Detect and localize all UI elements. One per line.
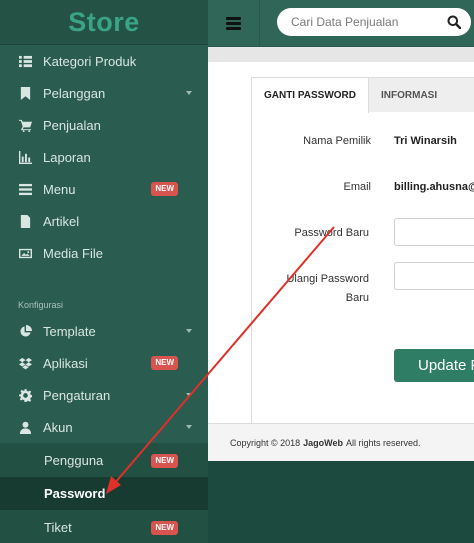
- pie-icon: [18, 324, 32, 338]
- nama-pemilik-label: Nama Pemilik: [303, 135, 371, 147]
- new-badge: NEW: [151, 182, 178, 196]
- account-card: GANTI PASSWORD INFORMASI Nama Pemilik Tr…: [251, 77, 474, 435]
- page-bottom-area: [208, 461, 474, 543]
- sidebar-item-label: Pelanggan: [43, 85, 106, 101]
- content-header-strip: [208, 48, 474, 62]
- menu-icon: [18, 182, 32, 196]
- password-baru-field[interactable]: [394, 218, 474, 246]
- sidebar-item-label: Penjualan: [43, 117, 101, 133]
- sidebar-item-label: Template: [43, 323, 96, 339]
- ulangi-password-field[interactable]: [394, 262, 474, 290]
- sidebar-item-label: Kategori Produk: [43, 53, 137, 69]
- tab-bar: GANTI PASSWORD INFORMASI: [252, 78, 474, 113]
- sidebar-item-label: Menu: [43, 181, 76, 197]
- sidebar: Store Kategori Produk Pelanggan Penjuala…: [0, 0, 208, 543]
- tab-informasi[interactable]: INFORMASI: [369, 78, 474, 112]
- chevron-down-icon: [186, 91, 192, 95]
- search-icon[interactable]: [447, 15, 461, 29]
- topbar: Cari Data Penjualan: [208, 0, 474, 47]
- chevron-down-icon: [186, 329, 192, 333]
- sidebar-subitem-pengguna[interactable]: Pengguna NEW: [0, 443, 208, 477]
- chevron-down-icon: [186, 393, 192, 397]
- hamburger-icon: [226, 16, 241, 30]
- main-menu: Kategori Produk Pelanggan Penjualan Lapo…: [0, 45, 208, 269]
- ulangi-password-label-line2: Baru: [345, 292, 369, 304]
- bookmark-icon: [18, 86, 32, 100]
- new-badge: NEW: [151, 356, 178, 370]
- sidebar-item-label: Artikel: [43, 213, 80, 229]
- section-label-konfigurasi: Konfigurasi: [18, 300, 64, 310]
- footer-brand[interactable]: JagoWeb: [303, 438, 343, 448]
- dropbox-icon: [18, 356, 32, 370]
- sidebar-item-laporan[interactable]: Laporan: [0, 141, 208, 173]
- sidebar-subitem-password[interactable]: Password: [0, 477, 208, 510]
- footer-copyright: Copyright © 2018: [230, 437, 301, 448]
- search-input[interactable]: Cari Data Penjualan: [291, 15, 447, 29]
- email-label: Email: [343, 181, 371, 193]
- sidebar-item-media-file[interactable]: Media File: [0, 237, 208, 269]
- akun-submenu: Pengguna NEW Password Tiket NEW: [0, 443, 208, 543]
- gear-icon: [18, 388, 32, 402]
- sidebar-item-pelanggan[interactable]: Pelanggan: [0, 77, 208, 109]
- footer-rights: All rights reserved.: [346, 437, 421, 448]
- ulangi-password-label: Ulangi Password Baru: [252, 270, 369, 308]
- cart-icon: [18, 118, 32, 132]
- sidebar-item-artikel[interactable]: Artikel: [0, 205, 208, 237]
- brand-logo[interactable]: Store: [0, 0, 208, 45]
- user-icon: [18, 420, 32, 434]
- sidebar-item-label: Akun: [43, 419, 73, 435]
- sidebar-subitem-label: Pengguna: [44, 452, 104, 468]
- update-password-button[interactable]: Update P: [394, 349, 474, 382]
- nama-pemilik-value: Tri Winarsih: [394, 135, 457, 147]
- brand-name: Store: [68, 6, 140, 37]
- new-badge: NEW: [151, 454, 178, 468]
- main-content: GANTI PASSWORD INFORMASI Nama Pemilik Tr…: [208, 48, 474, 461]
- sidebar-item-label: Pengaturan: [43, 387, 111, 403]
- password-baru-label: Password Baru: [294, 227, 369, 239]
- tab-ganti-password[interactable]: GANTI PASSWORD: [252, 78, 369, 113]
- file-icon: [18, 214, 32, 228]
- sidebar-item-pengaturan[interactable]: Pengaturan: [0, 379, 208, 411]
- sidebar-item-label: Aplikasi: [43, 355, 88, 371]
- email-value: billing.ahusna@: [394, 181, 474, 193]
- search-box[interactable]: Cari Data Penjualan: [277, 8, 471, 36]
- sidebar-toggle-button[interactable]: [208, 0, 260, 46]
- sidebar-item-label: Laporan: [43, 149, 91, 165]
- sidebar-subitem-label: Password: [44, 486, 106, 501]
- sidebar-item-akun[interactable]: Akun: [0, 411, 208, 443]
- sidebar-item-label: Media File: [43, 245, 103, 261]
- footer: Copyright © 2018 JagoWeb All rights rese…: [208, 423, 474, 461]
- sidebar-item-template[interactable]: Template: [0, 315, 208, 347]
- sidebar-item-kategori-produk[interactable]: Kategori Produk: [0, 45, 208, 77]
- image-icon: [18, 246, 32, 260]
- bar-chart-icon: [18, 150, 32, 164]
- chevron-down-icon: [186, 425, 192, 429]
- sidebar-item-penjualan[interactable]: Penjualan: [0, 109, 208, 141]
- ulangi-password-label-line1: Ulangi Password: [286, 273, 369, 285]
- sidebar-subitem-label: Tiket: [44, 519, 72, 535]
- list-icon: [18, 54, 32, 68]
- new-badge: NEW: [151, 521, 178, 535]
- sidebar-item-aplikasi[interactable]: Aplikasi NEW: [0, 347, 208, 379]
- sidebar-subitem-tiket[interactable]: Tiket NEW: [0, 510, 208, 543]
- config-menu: Template Aplikasi NEW Pengaturan Akun Pe…: [0, 315, 208, 543]
- sidebar-item-menu[interactable]: Menu NEW: [0, 173, 208, 205]
